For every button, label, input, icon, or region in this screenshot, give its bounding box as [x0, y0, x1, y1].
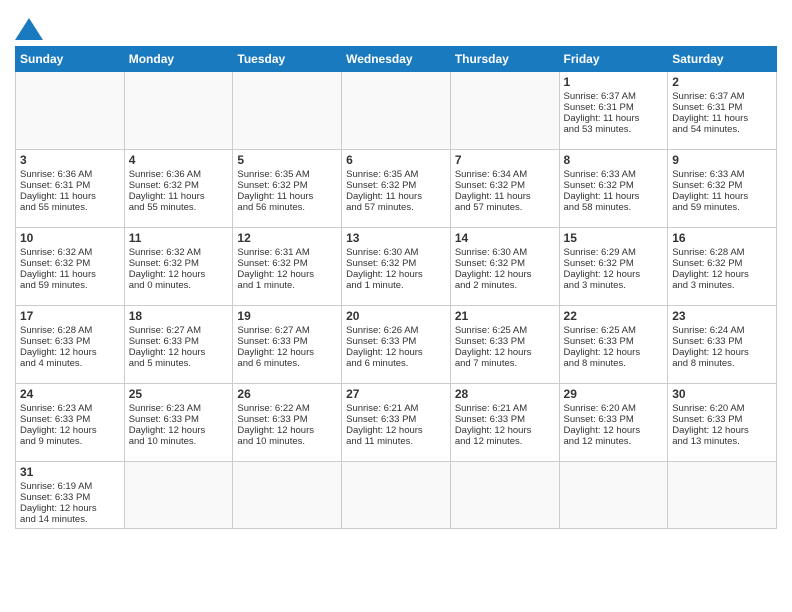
day-cell: 30Sunrise: 6:20 AMSunset: 6:33 PMDayligh…: [668, 384, 777, 462]
calendar-header: SundayMondayTuesdayWednesdayThursdayFrid…: [16, 47, 777, 72]
day-number: 22: [564, 309, 664, 323]
week-row-4: 17Sunrise: 6:28 AMSunset: 6:33 PMDayligh…: [16, 306, 777, 384]
day-number: 4: [129, 153, 229, 167]
logo-triangle-icon: [15, 18, 43, 40]
day-cell: 16Sunrise: 6:28 AMSunset: 6:32 PMDayligh…: [668, 228, 777, 306]
day-cell: 4Sunrise: 6:36 AMSunset: 6:32 PMDaylight…: [124, 150, 233, 228]
day-cell: [450, 72, 559, 150]
calendar-body: 1Sunrise: 6:37 AMSunset: 6:31 PMDaylight…: [16, 72, 777, 529]
calendar-table: SundayMondayTuesdayWednesdayThursdayFrid…: [15, 46, 777, 529]
day-cell: 19Sunrise: 6:27 AMSunset: 6:33 PMDayligh…: [233, 306, 342, 384]
day-number: 12: [237, 231, 337, 245]
day-number: 29: [564, 387, 664, 401]
day-cell: 10Sunrise: 6:32 AMSunset: 6:32 PMDayligh…: [16, 228, 125, 306]
day-cell: 31Sunrise: 6:19 AMSunset: 6:33 PMDayligh…: [16, 462, 125, 529]
day-cell: 26Sunrise: 6:22 AMSunset: 6:33 PMDayligh…: [233, 384, 342, 462]
day-number: 15: [564, 231, 664, 245]
day-number: 28: [455, 387, 555, 401]
day-cell: [124, 72, 233, 150]
day-cell: 18Sunrise: 6:27 AMSunset: 6:33 PMDayligh…: [124, 306, 233, 384]
day-cell: 23Sunrise: 6:24 AMSunset: 6:33 PMDayligh…: [668, 306, 777, 384]
day-cell: 12Sunrise: 6:31 AMSunset: 6:32 PMDayligh…: [233, 228, 342, 306]
day-cell: 27Sunrise: 6:21 AMSunset: 6:33 PMDayligh…: [342, 384, 451, 462]
day-cell: [559, 462, 668, 529]
day-cell: 1Sunrise: 6:37 AMSunset: 6:31 PMDaylight…: [559, 72, 668, 150]
week-row-3: 10Sunrise: 6:32 AMSunset: 6:32 PMDayligh…: [16, 228, 777, 306]
day-cell: 7Sunrise: 6:34 AMSunset: 6:32 PMDaylight…: [450, 150, 559, 228]
week-row-6: 31Sunrise: 6:19 AMSunset: 6:33 PMDayligh…: [16, 462, 777, 529]
day-number: 3: [20, 153, 120, 167]
day-number: 11: [129, 231, 229, 245]
day-cell: [233, 462, 342, 529]
day-cell: 9Sunrise: 6:33 AMSunset: 6:32 PMDaylight…: [668, 150, 777, 228]
day-cell: 17Sunrise: 6:28 AMSunset: 6:33 PMDayligh…: [16, 306, 125, 384]
day-number: 16: [672, 231, 772, 245]
day-number: 24: [20, 387, 120, 401]
day-number: 25: [129, 387, 229, 401]
day-number: 30: [672, 387, 772, 401]
day-cell: 21Sunrise: 6:25 AMSunset: 6:33 PMDayligh…: [450, 306, 559, 384]
day-number: 17: [20, 309, 120, 323]
day-number: 1: [564, 75, 664, 89]
day-number: 19: [237, 309, 337, 323]
week-row-1: 1Sunrise: 6:37 AMSunset: 6:31 PMDaylight…: [16, 72, 777, 150]
day-number: 18: [129, 309, 229, 323]
day-cell: 6Sunrise: 6:35 AMSunset: 6:32 PMDaylight…: [342, 150, 451, 228]
day-cell: 3Sunrise: 6:36 AMSunset: 6:31 PMDaylight…: [16, 150, 125, 228]
day-number: 6: [346, 153, 446, 167]
day-cell: 22Sunrise: 6:25 AMSunset: 6:33 PMDayligh…: [559, 306, 668, 384]
day-cell: [342, 462, 451, 529]
day-cell: [233, 72, 342, 150]
header-day-sunday: Sunday: [16, 47, 125, 72]
day-cell: [124, 462, 233, 529]
day-number: 9: [672, 153, 772, 167]
day-cell: 11Sunrise: 6:32 AMSunset: 6:32 PMDayligh…: [124, 228, 233, 306]
day-cell: 14Sunrise: 6:30 AMSunset: 6:32 PMDayligh…: [450, 228, 559, 306]
header-row: SundayMondayTuesdayWednesdayThursdayFrid…: [16, 47, 777, 72]
day-number: 2: [672, 75, 772, 89]
day-number: 26: [237, 387, 337, 401]
day-cell: [16, 72, 125, 150]
header-day-thursday: Thursday: [450, 47, 559, 72]
day-cell: [668, 462, 777, 529]
day-cell: 28Sunrise: 6:21 AMSunset: 6:33 PMDayligh…: [450, 384, 559, 462]
header-day-monday: Monday: [124, 47, 233, 72]
day-number: 13: [346, 231, 446, 245]
day-cell: 15Sunrise: 6:29 AMSunset: 6:32 PMDayligh…: [559, 228, 668, 306]
day-number: 10: [20, 231, 120, 245]
day-number: 21: [455, 309, 555, 323]
day-cell: 20Sunrise: 6:26 AMSunset: 6:33 PMDayligh…: [342, 306, 451, 384]
day-cell: 13Sunrise: 6:30 AMSunset: 6:32 PMDayligh…: [342, 228, 451, 306]
header-day-tuesday: Tuesday: [233, 47, 342, 72]
logo: [15, 16, 47, 40]
header-day-saturday: Saturday: [668, 47, 777, 72]
day-cell: 2Sunrise: 6:37 AMSunset: 6:31 PMDaylight…: [668, 72, 777, 150]
day-number: 8: [564, 153, 664, 167]
day-cell: 29Sunrise: 6:20 AMSunset: 6:33 PMDayligh…: [559, 384, 668, 462]
header: [15, 10, 777, 40]
week-row-5: 24Sunrise: 6:23 AMSunset: 6:33 PMDayligh…: [16, 384, 777, 462]
day-cell: 24Sunrise: 6:23 AMSunset: 6:33 PMDayligh…: [16, 384, 125, 462]
header-day-friday: Friday: [559, 47, 668, 72]
day-number: 27: [346, 387, 446, 401]
day-number: 5: [237, 153, 337, 167]
header-day-wednesday: Wednesday: [342, 47, 451, 72]
day-cell: 5Sunrise: 6:35 AMSunset: 6:32 PMDaylight…: [233, 150, 342, 228]
day-cell: [450, 462, 559, 529]
day-cell: 25Sunrise: 6:23 AMSunset: 6:33 PMDayligh…: [124, 384, 233, 462]
day-cell: 8Sunrise: 6:33 AMSunset: 6:32 PMDaylight…: [559, 150, 668, 228]
day-cell: [342, 72, 451, 150]
day-number: 23: [672, 309, 772, 323]
week-row-2: 3Sunrise: 6:36 AMSunset: 6:31 PMDaylight…: [16, 150, 777, 228]
day-number: 31: [20, 465, 120, 479]
day-number: 14: [455, 231, 555, 245]
day-number: 7: [455, 153, 555, 167]
day-number: 20: [346, 309, 446, 323]
